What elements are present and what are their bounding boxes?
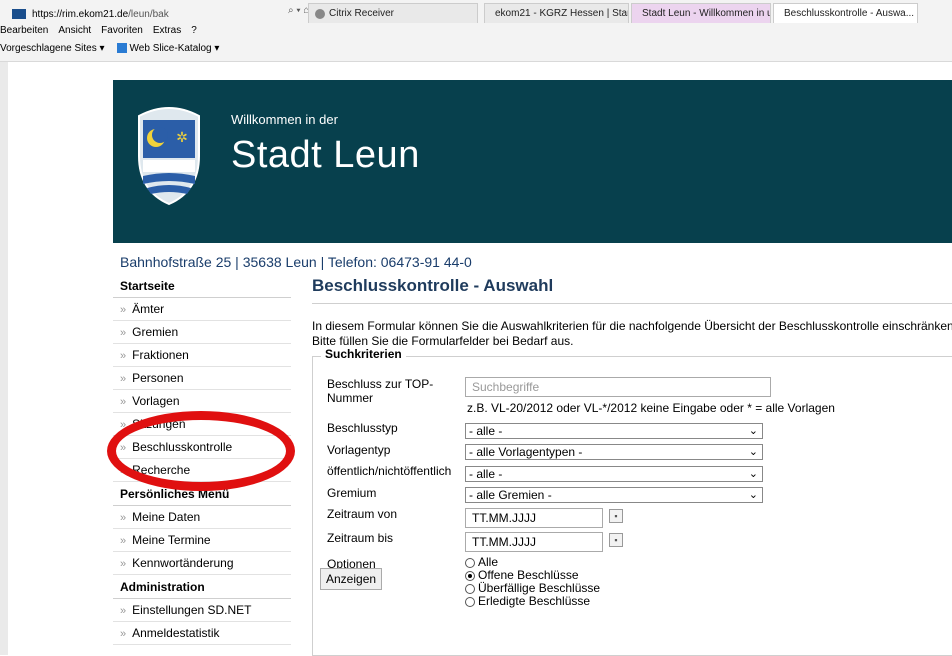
- page-title: Beschlusskontrolle - Auswahl: [312, 274, 952, 304]
- radio-button[interactable]: [465, 583, 475, 594]
- chevron-down-icon: ⌄: [748, 446, 758, 458]
- page-icon: [12, 9, 26, 19]
- search-hint: z.B. VL-20/2012 oder VL-*/2012 keine Ein…: [467, 401, 835, 415]
- chevron-right-icon: »: [120, 396, 127, 408]
- date-to-input[interactable]: TT.MM.JJJJ: [465, 532, 603, 552]
- intro-text: In diesem Formular können Sie die Auswah…: [312, 319, 952, 348]
- sidebar-item-gremien[interactable]: » Gremien: [113, 321, 291, 344]
- welcome-text: Willkommen in der: [231, 112, 338, 127]
- search-criteria-fieldset: Suchkriterien Beschluss zur TOP-Nummer S…: [312, 347, 952, 656]
- label-top-number: Beschluss zur TOP-Nummer: [327, 377, 434, 405]
- sidebar-item-vorlagen[interactable]: » Vorlagen: [113, 390, 291, 413]
- sidebar-item-personen[interactable]: » Personen: [113, 367, 291, 390]
- tab-beschlusskontrolle[interactable]: Beschlusskontrolle - Auswa... ×: [773, 3, 918, 23]
- web-slice-icon: [116, 43, 127, 54]
- menu-bar: Bearbeiten Ansicht Favoriten Extras ?: [0, 25, 197, 36]
- label-beschlusstyp: Beschlusstyp: [327, 421, 398, 435]
- label-date-to: Zeitraum bis: [327, 531, 394, 545]
- svg-text:✲: ✲: [176, 129, 188, 145]
- sidebar-heading-admin: Administration: [113, 575, 291, 599]
- sidebar-item-aemter[interactable]: » Ämter: [113, 298, 291, 321]
- highlight-circle: [107, 411, 295, 491]
- menu-help[interactable]: ?: [191, 25, 197, 36]
- city-name: Stadt Leun: [231, 134, 420, 176]
- search-input[interactable]: Suchbegriffe: [465, 377, 771, 397]
- gremium-select[interactable]: - alle Gremien - ⌄: [465, 487, 763, 503]
- favorites-bar: Vorgeschlagene Sites ▾ Web Slice-Katalog…: [0, 43, 219, 54]
- radio-button[interactable]: [465, 557, 475, 568]
- beschlusstyp-select[interactable]: - alle - ⌄: [465, 423, 763, 439]
- chevron-right-icon: »: [120, 327, 127, 339]
- menu-ansicht[interactable]: Ansicht: [58, 25, 91, 36]
- main-content: Beschlusskontrolle - Auswahl In diesem F…: [312, 274, 952, 656]
- show-button[interactable]: Anzeigen: [320, 568, 383, 590]
- radio-button[interactable]: [465, 596, 475, 607]
- chevron-down-icon: ⌄: [748, 425, 758, 437]
- citrix-icon: [315, 8, 325, 19]
- chevron-right-icon: »: [120, 373, 127, 385]
- page: ✲ Willkommen in der Stadt Leun Bahnhofst…: [0, 62, 952, 656]
- fieldset-legend: Suchkriterien: [321, 347, 406, 361]
- menu-extras[interactable]: Extras: [153, 25, 181, 36]
- chevron-down-icon: ⌄: [748, 468, 758, 480]
- calendar-icon[interactable]: ▪: [609, 509, 623, 523]
- chevron-down-icon: ⌄: [748, 489, 758, 501]
- label-gremium: Gremium: [327, 486, 377, 500]
- chevron-right-icon: »: [120, 304, 127, 316]
- chevron-right-icon: »: [120, 350, 127, 362]
- calendar-icon[interactable]: ▪: [609, 533, 623, 547]
- chevron-right-icon: »: [120, 628, 127, 640]
- label-public: öffentlich/nichtöffentlich: [327, 464, 452, 478]
- sidebar-item-meine-termine[interactable]: » Meine Termine: [113, 529, 291, 552]
- chevron-right-icon: »: [120, 512, 127, 524]
- left-margin: [0, 62, 8, 655]
- vorlagentyp-select[interactable]: - alle Vorlagentypen - ⌄: [465, 444, 763, 460]
- label-date-from: Zeitraum von: [327, 507, 398, 521]
- fav-web-slice[interactable]: Web Slice-Katalog ▾: [116, 43, 219, 54]
- tab-ekom21[interactable]: ekom21 - KGRZ Hessen | Stand...: [484, 3, 629, 23]
- sidebar-item-kennwortaenderung[interactable]: » Kennwortänderung: [113, 552, 291, 575]
- sidebar-item-startseite[interactable]: Startseite: [113, 274, 291, 298]
- public-select[interactable]: - alle - ⌄: [465, 466, 763, 482]
- chevron-right-icon: »: [120, 605, 127, 617]
- url-text: https://rim.ekom21.de/leun/bak: [32, 8, 169, 20]
- chevron-right-icon: »: [120, 535, 127, 547]
- tab-citrix[interactable]: Citrix Receiver: [308, 3, 478, 23]
- header-banner: ✲ Willkommen in der Stadt Leun: [113, 80, 952, 243]
- date-from-input[interactable]: TT.MM.JJJJ: [465, 508, 603, 528]
- sidebar-item-einstellungen[interactable]: » Einstellungen SD.NET: [113, 599, 291, 622]
- city-crest-logo: ✲: [138, 107, 200, 206]
- contact-address: Bahnhofstraße 25 | 35638 Leun | Telefon:…: [120, 254, 472, 270]
- label-vorlagentyp: Vorlagentyp: [327, 443, 391, 457]
- menu-favoriten[interactable]: Favoriten: [101, 25, 143, 36]
- tab-stadt-leun[interactable]: Stadt Leun - Willkommen in u...: [631, 3, 771, 23]
- menu-bearbeiten[interactable]: Bearbeiten: [0, 25, 48, 36]
- radio-erledigte[interactable]: Erledigte Beschlüsse: [465, 595, 590, 608]
- chevron-right-icon: »: [120, 558, 127, 570]
- fav-suggested-sites[interactable]: Vorgeschlagene Sites ▾: [0, 43, 105, 54]
- sidebar-item-meine-daten[interactable]: » Meine Daten: [113, 506, 291, 529]
- sidebar-item-anmeldestatistik[interactable]: » Anmeldestatistik: [113, 622, 291, 645]
- radio-button-selected[interactable]: [465, 570, 475, 581]
- sidebar-item-fraktionen[interactable]: » Fraktionen: [113, 344, 291, 367]
- browser-chrome: https://rim.ekom21.de/leun/bak ⌕ ▾ ⌂ C C…: [0, 0, 952, 62]
